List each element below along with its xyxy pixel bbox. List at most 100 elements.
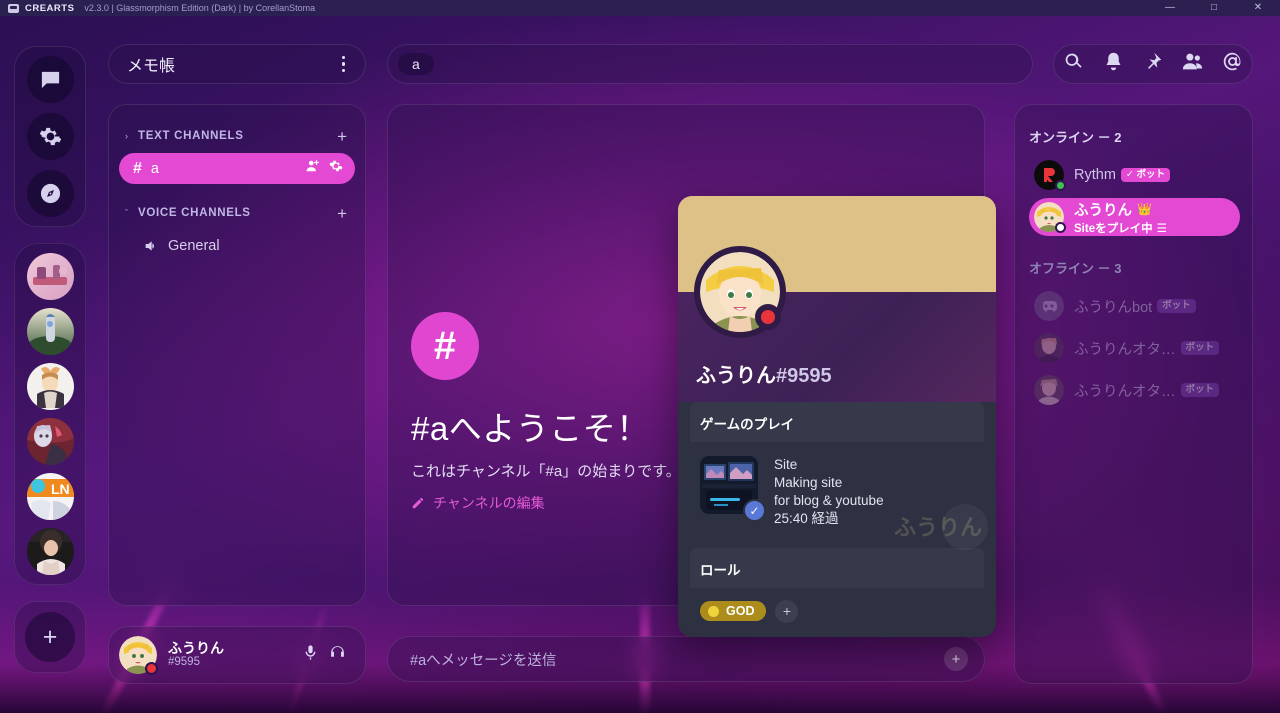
avatar [1034, 375, 1064, 405]
server-name: メモ帳 [127, 58, 176, 75]
hash-icon: # [133, 159, 142, 177]
close-button[interactable]: ✕ [1236, 0, 1280, 16]
message-input[interactable]: #aへメッセージを送信 + [387, 636, 985, 682]
activity-section-title: ゲームのプレイ [690, 402, 984, 442]
member-activity: Siteをプレイ中 ☰ [1074, 220, 1230, 236]
member-item-offline-3[interactable]: ふうりんオタ… ボット [1029, 371, 1240, 409]
activity-thumbnail: ✓ [700, 456, 766, 522]
server-icon-3[interactable] [26, 363, 74, 410]
channel-item-a[interactable]: # a [119, 153, 355, 184]
attach-button[interactable]: + [944, 647, 968, 671]
message-input-placeholder: #aへメッセージを送信 [410, 652, 557, 669]
crown-icon: 👑 [1137, 202, 1152, 216]
bell-icon[interactable] [1103, 51, 1124, 77]
online-header: オンライン － 2 [1029, 130, 1122, 145]
server-header[interactable]: メモ帳 [108, 44, 366, 84]
chevron-down-icon: ˇ [125, 208, 128, 218]
activity-watermark-avatar [942, 503, 988, 550]
activity-line-2: Making site [774, 474, 843, 490]
role-color-dot [708, 605, 719, 617]
status-dot [1055, 222, 1066, 233]
server-menu-icon[interactable] [336, 52, 352, 77]
member-list-panel: オンライン － 2 Rythm ✓ ボット ふうりん 👑 Siteをプレイ中 ☰… [1014, 104, 1253, 684]
voice-channels-category[interactable]: ˇ VOICE CHANNELS + [119, 202, 355, 224]
add-voice-channel-icon[interactable]: + [337, 205, 347, 222]
member-activity-text: Siteをプレイ中 [1074, 222, 1153, 235]
server-icon-5[interactable]: LN [26, 473, 74, 520]
member-name-row: ふうりんオタ… ボット [1074, 338, 1230, 359]
window-controls: — □ ✕ [1148, 0, 1280, 16]
maximize-button[interactable]: □ [1192, 0, 1236, 16]
mention-icon[interactable] [1222, 51, 1243, 77]
avatar [1034, 160, 1066, 191]
activity-list-icon: ☰ [1156, 222, 1167, 235]
role-chip-god[interactable]: GOD [700, 601, 767, 622]
server-list: LN [14, 243, 86, 585]
member-item-fuurin[interactable]: ふうりん 👑 Siteをプレイ中 ☰ [1029, 198, 1240, 236]
gear-icon[interactable] [26, 113, 74, 160]
voice-channel-item-general[interactable]: General [119, 230, 355, 261]
user-panel: ふうりん #9595 [108, 626, 366, 684]
headphones-icon[interactable] [324, 640, 351, 670]
status-dot [755, 304, 781, 330]
roles-list: GOD + [678, 588, 996, 623]
member-name-row: ふうりん 👑 [1074, 199, 1230, 220]
add-role-button[interactable]: + [775, 599, 799, 623]
member-info: ふうりんオタ… ボット [1074, 338, 1230, 359]
activity-line-1: Site [774, 457, 798, 472]
activity-elapsed: 25:40 経過 [774, 510, 839, 526]
server-icon-4[interactable] [26, 418, 74, 465]
member-info: ふうりんbot ボット [1074, 296, 1230, 317]
server-icon-6[interactable] [26, 528, 74, 575]
activity-line-3: for blog & youtube [774, 492, 884, 508]
member-item-offline-2[interactable]: ふうりんオタ… ボット [1029, 329, 1240, 367]
rail-nav-group [14, 46, 86, 227]
invite-user-icon[interactable] [306, 159, 320, 178]
chat-bubble-icon[interactable] [26, 56, 74, 103]
text-channels-category[interactable]: › TEXT CHANNELS + [119, 125, 355, 147]
server-icon-2[interactable] [26, 308, 74, 355]
member-info: ふうりんオタ… ボット [1074, 380, 1230, 401]
current-channel-pill[interactable]: a [398, 53, 434, 75]
add-server-button[interactable]: + [14, 601, 86, 673]
bot-badge: ボット [1180, 340, 1220, 356]
chevron-right-icon: › [125, 131, 128, 141]
offline-header: オフライン － 3 [1029, 261, 1122, 276]
member-name: Rythm [1074, 167, 1116, 183]
title-bar: CREARTS v2.3.0 | Glassmorphism Edition (… [0, 0, 1280, 16]
server-rail: LN + [14, 46, 86, 673]
pin-icon[interactable] [1142, 51, 1163, 77]
avatar [1034, 291, 1064, 321]
bot-badge: ボット [1157, 298, 1196, 314]
profile-body: ゲームのプレイ ✓ Site Making site for blog & yo… [678, 402, 996, 637]
verified-check-icon: ✓ [743, 499, 766, 522]
user-meta: ふうりん #9595 [168, 640, 297, 670]
search-icon[interactable] [1063, 51, 1084, 77]
user-profile-popup: ふうりん#9595 ゲームのプレイ ✓ Site Making site for… [678, 196, 996, 637]
profile-discriminator: #9595 [776, 365, 832, 387]
profile-header: ふうりん#9595 [678, 246, 996, 402]
channel-settings-gear-icon[interactable] [329, 159, 343, 178]
member-item-offline-1[interactable]: ふうりんbot ボット [1029, 287, 1240, 325]
minimize-button[interactable]: — [1148, 0, 1192, 16]
server-icon-1[interactable] [26, 253, 74, 300]
member-name: ふうりんbot [1074, 299, 1153, 316]
compass-icon[interactable] [26, 170, 74, 217]
microphone-icon[interactable] [297, 640, 324, 670]
avatar [1034, 333, 1064, 363]
avatar [1034, 202, 1066, 233]
member-name-row: Rythm ✓ ボット [1074, 167, 1230, 183]
profile-avatar[interactable] [694, 246, 786, 338]
member-info: ふうりん 👑 Siteをプレイ中 ☰ [1074, 199, 1230, 236]
member-name-row: ふうりんbot ボット [1074, 296, 1230, 317]
top-icon-bar [1053, 44, 1253, 84]
member-name: ふうりんオタ… [1074, 383, 1176, 400]
roles-section-title: ロール [690, 547, 984, 588]
edit-channel-label: チャンネルの編集 [433, 495, 545, 511]
add-text-channel-icon[interactable]: + [337, 128, 347, 145]
member-info: Rythm ✓ ボット [1074, 167, 1230, 183]
channel-name: a [150, 160, 159, 177]
member-item-rythm[interactable]: Rythm ✓ ボット [1029, 156, 1240, 194]
avatar[interactable] [119, 636, 158, 675]
members-icon[interactable] [1182, 51, 1203, 77]
